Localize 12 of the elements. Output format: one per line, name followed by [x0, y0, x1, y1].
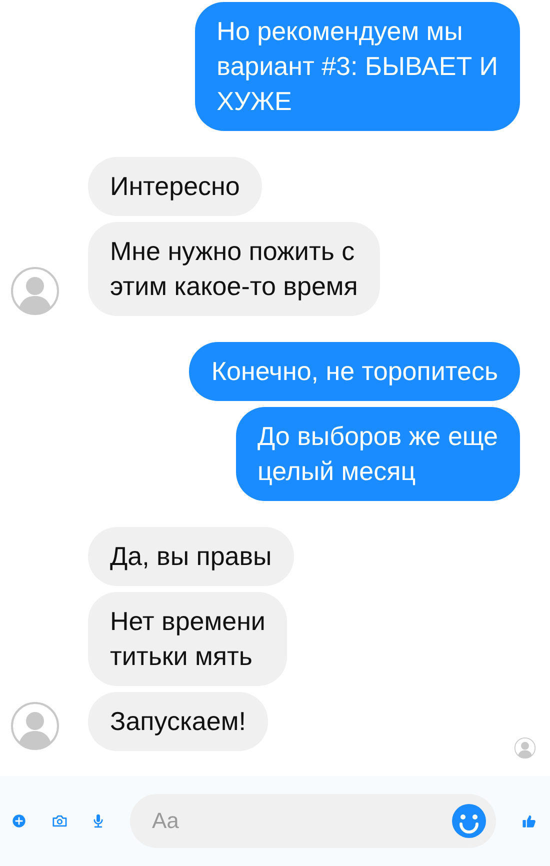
avatar-icon[interactable]: [10, 701, 60, 751]
message-bubble: Да, вы правы: [88, 527, 294, 586]
message-bubble: Мне нужно пожить с этим какое-то время: [88, 222, 380, 316]
message-bubble: Интересно: [88, 157, 262, 216]
message-bubble: Нет времени титьки мять: [88, 592, 288, 686]
message-bubble: Конечно, не торопитесь: [189, 342, 520, 401]
message-bubble: Запускаем!: [88, 692, 268, 751]
message-bubble: Но рекомендуем мы вариант #3: БЫВАЕТ И ХУЖЕ: [194, 2, 520, 131]
avatar-icon[interactable]: [10, 266, 60, 316]
message-field[interactable]: Aa: [130, 794, 496, 848]
emoji-icon[interactable]: [450, 803, 487, 839]
message-bubble: До выборов же еще целый месяц: [236, 407, 520, 501]
